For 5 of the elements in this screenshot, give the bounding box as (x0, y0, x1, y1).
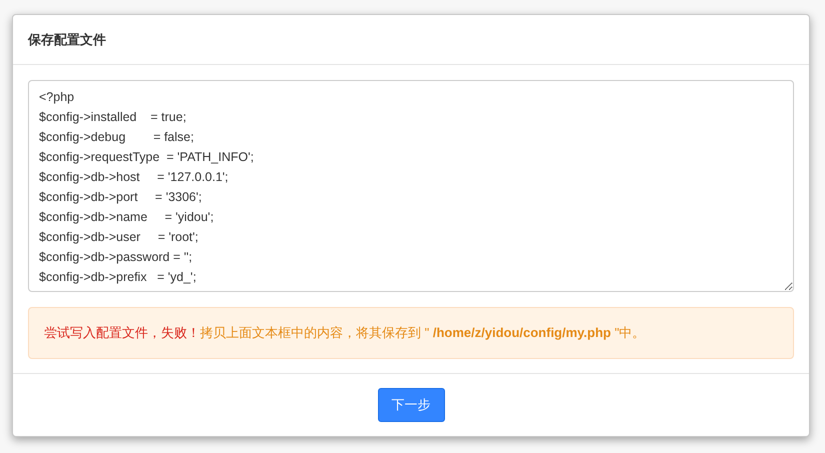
error-message: 尝试写入配置文件，失败！ (44, 325, 200, 340)
config-text-field[interactable]: <?php $config->installed = true; $config->debug = false; $config->requestType = 'PATH_INFO'; $config->db->host = '127.0.0.1'; $config->db->port = '3306'; $config->db->name = 'yidou'; $config->db->user = 'root'; $config->db->password = ''; $config->db->prefix = 'yd_'; (28, 80, 794, 292)
next-button[interactable]: 下一步 (378, 388, 444, 422)
dialog-title: 保存配置文件 (28, 30, 106, 48)
instruction-text: 拷贝上面文本框中的内容，将其保存到 " /home/z/yidou/config/my.php "中。 (200, 325, 646, 340)
